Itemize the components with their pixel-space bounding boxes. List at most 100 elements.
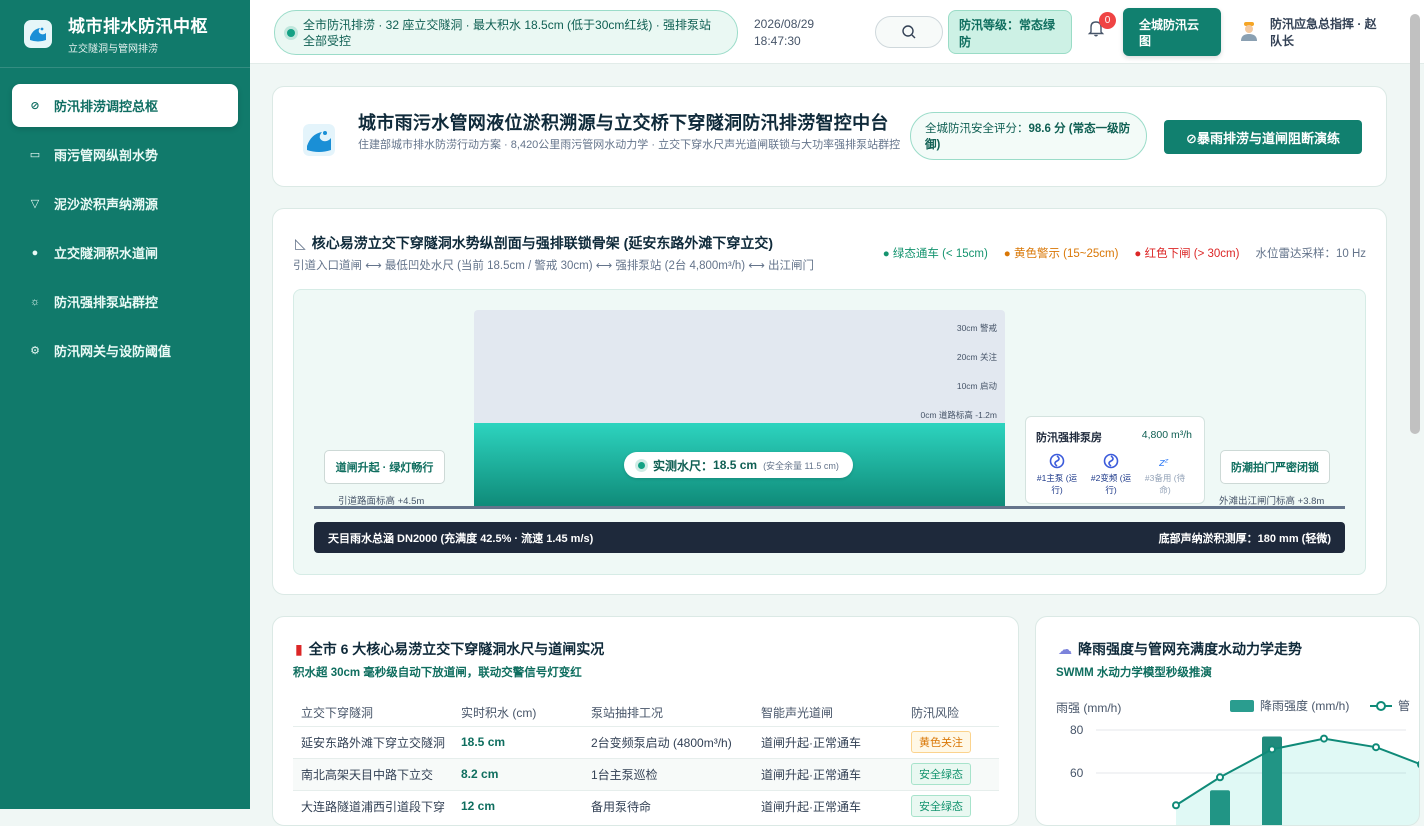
- entry-gate-status[interactable]: 道闸升起 · 绿灯畅行: [324, 450, 445, 484]
- table-title-text: 全市 6 大核心易涝立交下穿隧洞水尺与道闸实况: [308, 641, 605, 657]
- cell-risk: 安全绿态: [903, 789, 999, 822]
- chart-title-text: 降雨强度与管网充满度水动力学走势: [1078, 641, 1302, 657]
- pump-1[interactable]: #1主泵 (运行): [1032, 453, 1082, 496]
- water-gauge: 实测水尺： 18.5 cm (安全余量 11.5 cm): [624, 452, 853, 478]
- svg-text:zᶻ: zᶻ: [1158, 456, 1169, 469]
- topbar: 全市防汛排涝 · 32 座立交隧洞 · 最大积水 18.5cm (低于30cm红…: [250, 0, 1424, 64]
- app-subtitle: 立交隧洞与管网排涝: [68, 44, 158, 55]
- ticker-text: 全市防汛排涝 · 32 座立交隧洞 · 最大积水 18.5cm (低于30cm红…: [303, 17, 712, 48]
- sidebar-item-gateway[interactable]: ⚙ 防汛网关与设防阈值: [12, 329, 238, 372]
- legend-bar-swatch: [1230, 700, 1254, 712]
- wave-logo-icon: [303, 124, 335, 156]
- live-dot-icon: [638, 461, 645, 469]
- brand: 城市排水防汛中枢 立交隧洞与管网排涝: [0, 0, 250, 68]
- rain-chart: 雨强 (mm/h) 降雨强度 (mm/h) 管 80 60: [1056, 698, 1419, 825]
- rain-cloud-icon: ☁: [1058, 641, 1072, 657]
- sidebar-item-tunnel-gate[interactable]: ● 立交隧洞积水道闸: [12, 231, 238, 274]
- cell-depth: 12 cm: [453, 789, 583, 822]
- alert-icon: ●: [31, 246, 39, 259]
- pump-label: #1主泵 (运行): [1036, 473, 1078, 495]
- hero-card: 城市雨污水管网液位淤积溯源与立交桥下穿隧洞防汛排涝智控中台 住建部城市排水防涝行…: [272, 86, 1387, 187]
- cell-gate: 道闸升起·正常通车: [753, 725, 903, 758]
- pump-3[interactable]: zᶻ #3备用 (待命): [1140, 453, 1190, 496]
- sidebar-item-label: 防汛排涝调控总枢: [54, 99, 159, 114]
- safety-score: 全城防汛安全评分：98.6 分 (常态一级防御): [910, 112, 1147, 160]
- section-title-text: 核心易涝立交下穿隧洞水势纵剖面与强排联锁骨架 (延安东路外滩下穿立交): [311, 235, 773, 251]
- table-row[interactable]: 延安东路外滩下穿立交隧洞 18.5 cm 2台变频泵启动 (4800m³/h) …: [293, 725, 999, 758]
- clock: 2026/08/29 18:47:30: [754, 16, 814, 50]
- y-tick-label: 80: [1070, 723, 1084, 737]
- fan-icon: [1049, 453, 1065, 469]
- legend-yellow: ● 黄色警示 (15~25cm): [1003, 248, 1119, 260]
- fullness-point: [1417, 760, 1419, 768]
- search-icon: [902, 25, 916, 39]
- col-pump: 泵站抽排工况: [591, 705, 664, 720]
- page-subtitle: 住建部城市排水防涝行动方案 · 8,420公里雨污管网水动力学 · 立交下穿水尺…: [358, 139, 901, 151]
- pump-label: #3备用 (待命): [1144, 473, 1186, 495]
- sidebar-item-label: 泥沙淤积声纳溯源: [54, 197, 159, 212]
- profile-stage: 30cm 警戒 20cm 关注 10cm 启动 0cm 道路标高 -1.2m 实…: [293, 289, 1366, 575]
- table-row[interactable]: 大连路隧道浦西引道段下穿 12 cm 备用泵待命 道闸升起·正常通车 安全绿态: [293, 789, 999, 822]
- chart-title: ☁ 降雨强度与管网充满度水动力学走势: [1058, 639, 1302, 659]
- col-depth: 实时积水 (cm): [461, 705, 537, 720]
- radar-rate: 水位雷达采样：10 Hz: [1255, 248, 1366, 260]
- scale-mark: 30cm 警戒: [956, 323, 997, 333]
- sonar-silt: 底部声纳淤积测厚：180 mm (轻微): [1158, 532, 1331, 545]
- sidebar-item-pipe-profile[interactable]: ▭ 雨污管网纵剖水势: [12, 133, 238, 176]
- risk-badge: 安全绿态: [911, 795, 971, 818]
- section-subtitle: 引道入口道闸 ⟷ 最低凹处水尺 (当前 18.5cm / 警戒 30cm) ⟷ …: [293, 260, 815, 272]
- sidebar-item-sonar[interactable]: ▽ 泥沙淤积声纳溯源: [12, 182, 238, 225]
- risk-badge: 安全绿态: [911, 763, 971, 785]
- filter-icon: ▽: [30, 198, 40, 210]
- cell-pump: 备用泵待命: [583, 789, 753, 822]
- chart-subtitle: SWMM 水动力学模型秒级推演: [1056, 667, 1212, 679]
- risk-badge: 黄色关注: [911, 731, 971, 753]
- legend-red: ● 红色下闸 (> 30cm): [1134, 248, 1240, 260]
- col-risk: 防汛风险: [911, 705, 960, 720]
- pumphouse-title: 防汛强排泵房: [1036, 432, 1102, 444]
- fullness-point: [1172, 801, 1180, 810]
- gauge-value: 18.5 cm: [713, 458, 758, 472]
- table-title: ▮ 全市 6 大核心易涝立交下穿隧洞水尺与道闸实况: [295, 639, 604, 659]
- table-subtitle: 积水超 30cm 毫秒级自动下放道闸，联动交警信号灯变红: [293, 667, 582, 679]
- fan-icon: [1103, 453, 1119, 469]
- gear-icon: ⚙: [30, 345, 40, 357]
- status-legend: ● 绿态通车 (< 15cm) ● 黄色警示 (15~25cm) ● 红色下闸 …: [883, 245, 1366, 261]
- sun-icon: ☼: [29, 295, 41, 308]
- col-tunnel: 立交下穿隧洞: [301, 705, 374, 720]
- road-surface: [314, 506, 1345, 509]
- cell-tunnel: 南北高架天目中路下立交: [293, 757, 453, 790]
- pump-label: #2变频 (运行): [1090, 473, 1132, 495]
- tunnel-section: 30cm 警戒 20cm 关注 10cm 启动 0cm 道路标高 -1.2m 实…: [474, 310, 1005, 507]
- table-row[interactable]: 南北高架天目中路下立交 8.2 cm 1台主泵巡检 道闸升起·正常通车 安全绿态: [293, 757, 999, 790]
- sidebar-item-label: 防汛强排泵站群控: [54, 295, 159, 310]
- sidebar: 城市排水防汛中枢 立交隧洞与管网排涝 ⊘ 防汛排涝调控总枢 ▭ 雨污管网纵剖水势 ▽…: [0, 0, 250, 809]
- drill-button[interactable]: ⊘暴雨排涝与道闸阻断演练: [1164, 120, 1362, 154]
- section-title: ◺ 核心易涝立交下穿隧洞水势纵剖面与强排联锁骨架 (延安东路外滩下穿立交): [295, 233, 773, 253]
- search-button[interactable]: [875, 16, 943, 48]
- gauge-label: 实测水尺：: [653, 458, 714, 473]
- tunnel-profile-card: ◺ 核心易涝立交下穿隧洞水势纵剖面与强排联锁骨架 (延安东路外滩下穿立交) 引道入…: [272, 208, 1387, 595]
- user-profile[interactable]: 防汛应急总指挥 · 赵队长: [1238, 16, 1380, 50]
- pump-2[interactable]: #2变频 (运行): [1086, 453, 1136, 496]
- gauge-note: (安全余量 11.5 cm): [763, 460, 839, 471]
- main-culvert: 天目雨水总涵 DN2000 (充满度 42.5% · 流速 1.45 m/s) …: [314, 522, 1345, 553]
- commander-avatar-icon: [1241, 22, 1257, 41]
- cell-depth: 8.2 cm: [453, 757, 583, 790]
- compass-icon: ⊘: [30, 100, 40, 112]
- traffic-light-icon: ▮: [295, 641, 303, 657]
- clock-date: 2026/08/29: [754, 17, 815, 31]
- live-dot-icon: [287, 28, 295, 37]
- page-scrollbar[interactable]: [1410, 14, 1420, 434]
- sleep-icon: zᶻ: [1158, 456, 1169, 469]
- sidebar-item-dispatch[interactable]: ⊘ 防汛排涝调控总枢: [12, 84, 238, 127]
- sidebar-item-label: 雨污管网纵剖水势: [54, 148, 159, 163]
- sidebar-item-pump-station[interactable]: ☼ 防汛强排泵站群控: [12, 280, 238, 323]
- page-title: 城市雨污水管网液位淤积溯源与立交桥下穿隧洞防汛排涝智控中台: [358, 113, 889, 133]
- fullness-point: [1268, 745, 1276, 754]
- city-flood-map-button[interactable]: 全城防汛云图: [1123, 8, 1221, 56]
- scale-mark: 0cm 道路标高 -1.2m: [920, 410, 997, 420]
- y-tick-label: 60: [1070, 766, 1084, 780]
- exit-gate-status[interactable]: 防潮拍门严密闭锁: [1220, 450, 1330, 484]
- flood-level-badge: 防汛等级：常态绿防: [948, 10, 1072, 54]
